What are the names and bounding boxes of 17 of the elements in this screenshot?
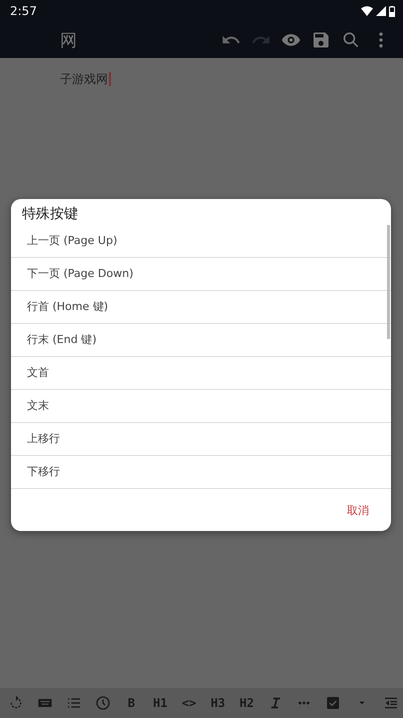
app-title: 网 — [60, 30, 78, 52]
indent-icon[interactable] — [382, 695, 399, 711]
dialog-title: 特殊按键 — [21, 205, 79, 224]
checkbox-icon[interactable] — [325, 695, 342, 711]
key-option[interactable]: 上移行 — [11, 423, 391, 456]
battery-icon — [389, 6, 395, 16]
status-time: 2:57 — [10, 4, 37, 18]
key-option[interactable]: 文末 — [11, 390, 391, 423]
signal-icon — [376, 6, 386, 16]
save-icon[interactable] — [311, 30, 331, 50]
key-option[interactable]: 文首 — [11, 357, 391, 390]
rotate-icon[interactable] — [8, 695, 24, 711]
search-icon[interactable] — [341, 30, 361, 50]
cancel-button[interactable]: 取消 — [343, 498, 373, 522]
wifi-icon — [361, 6, 373, 16]
clock-icon[interactable] — [94, 695, 111, 711]
key-option[interactable]: 下移行 — [11, 456, 391, 489]
